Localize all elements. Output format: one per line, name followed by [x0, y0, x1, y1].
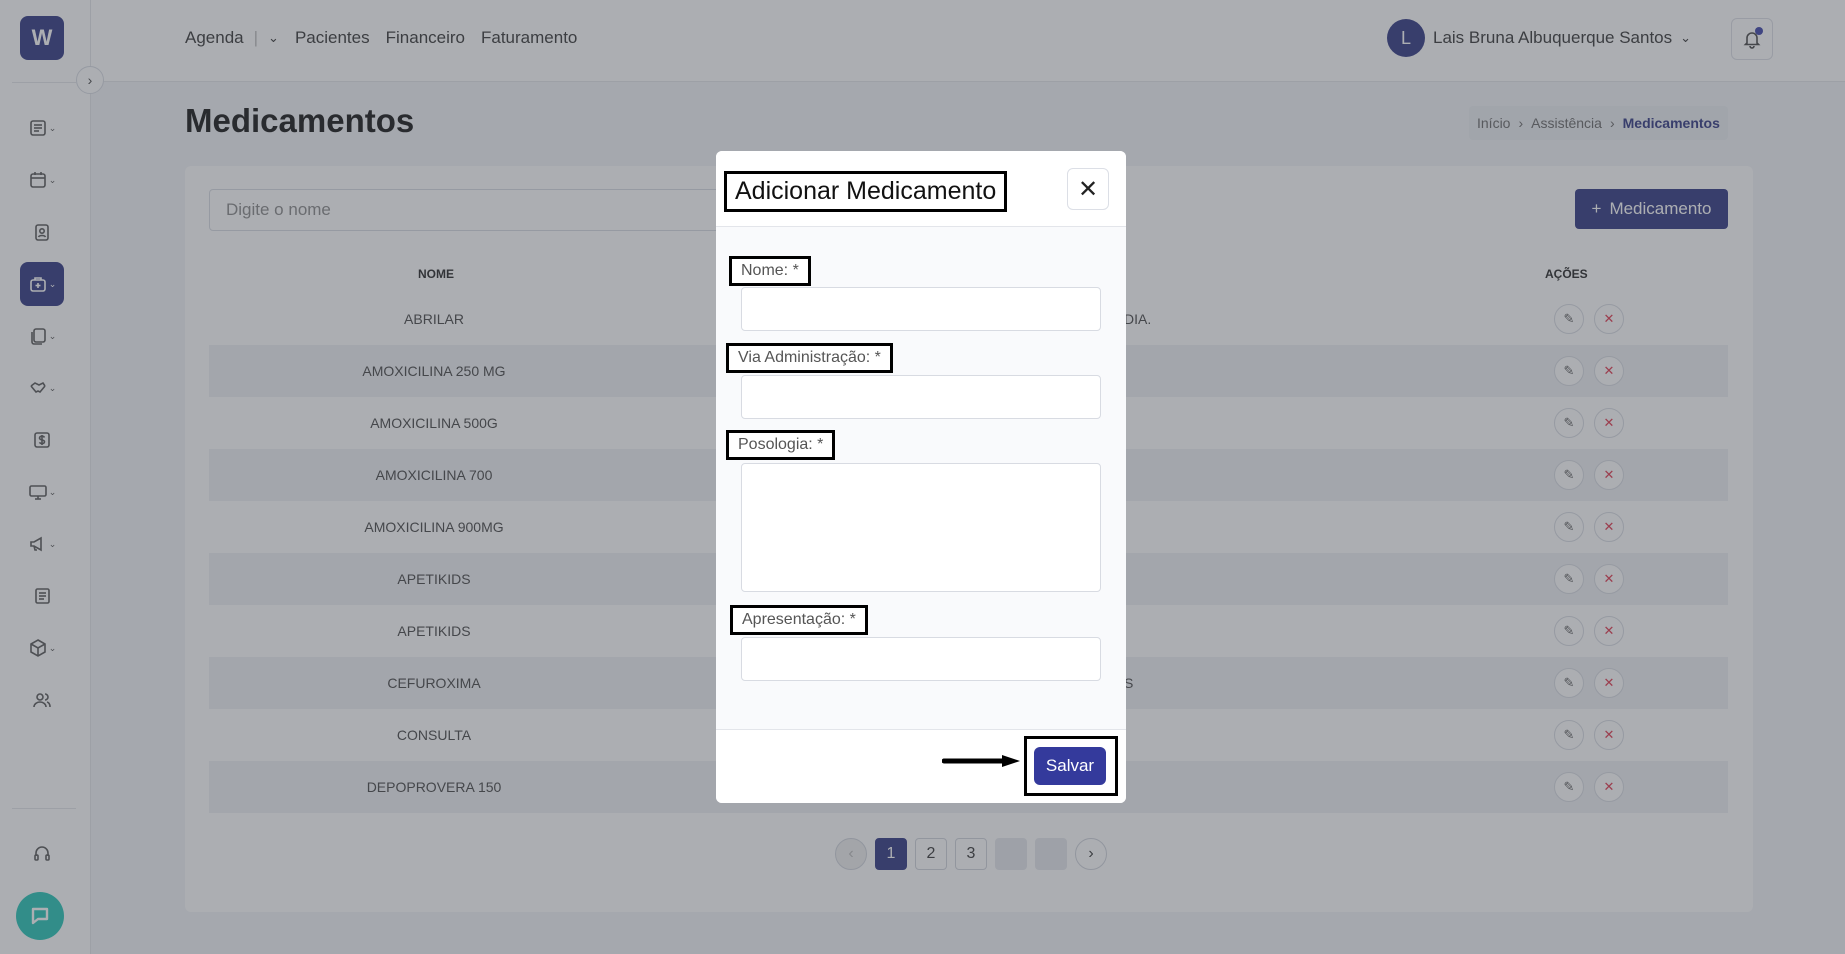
close-button[interactable]: ✕ [1067, 168, 1109, 210]
close-icon: ✕ [1077, 175, 1099, 203]
arrow-right-icon [942, 755, 1020, 767]
label-apresentacao: Apresentação: * [730, 605, 868, 635]
apresentacao-input[interactable] [741, 637, 1101, 681]
save-highlight: Salvar [1024, 736, 1118, 796]
label-via-administracao: Via Administração: * [726, 343, 893, 373]
nome-input[interactable] [741, 287, 1101, 331]
label-nome: Nome: * [729, 256, 811, 286]
save-button[interactable]: Salvar [1034, 747, 1106, 785]
modal-title: Adicionar Medicamento [724, 171, 1008, 212]
via-administracao-input[interactable] [741, 375, 1101, 419]
add-medication-modal: Adicionar Medicamento ✕ Nome: * Via Admi… [716, 151, 1126, 803]
posologia-textarea[interactable] [741, 463, 1101, 592]
modal-footer: Salvar [716, 729, 1126, 803]
label-posologia: Posologia: * [726, 430, 836, 460]
modal-header: Adicionar Medicamento ✕ [716, 151, 1126, 227]
